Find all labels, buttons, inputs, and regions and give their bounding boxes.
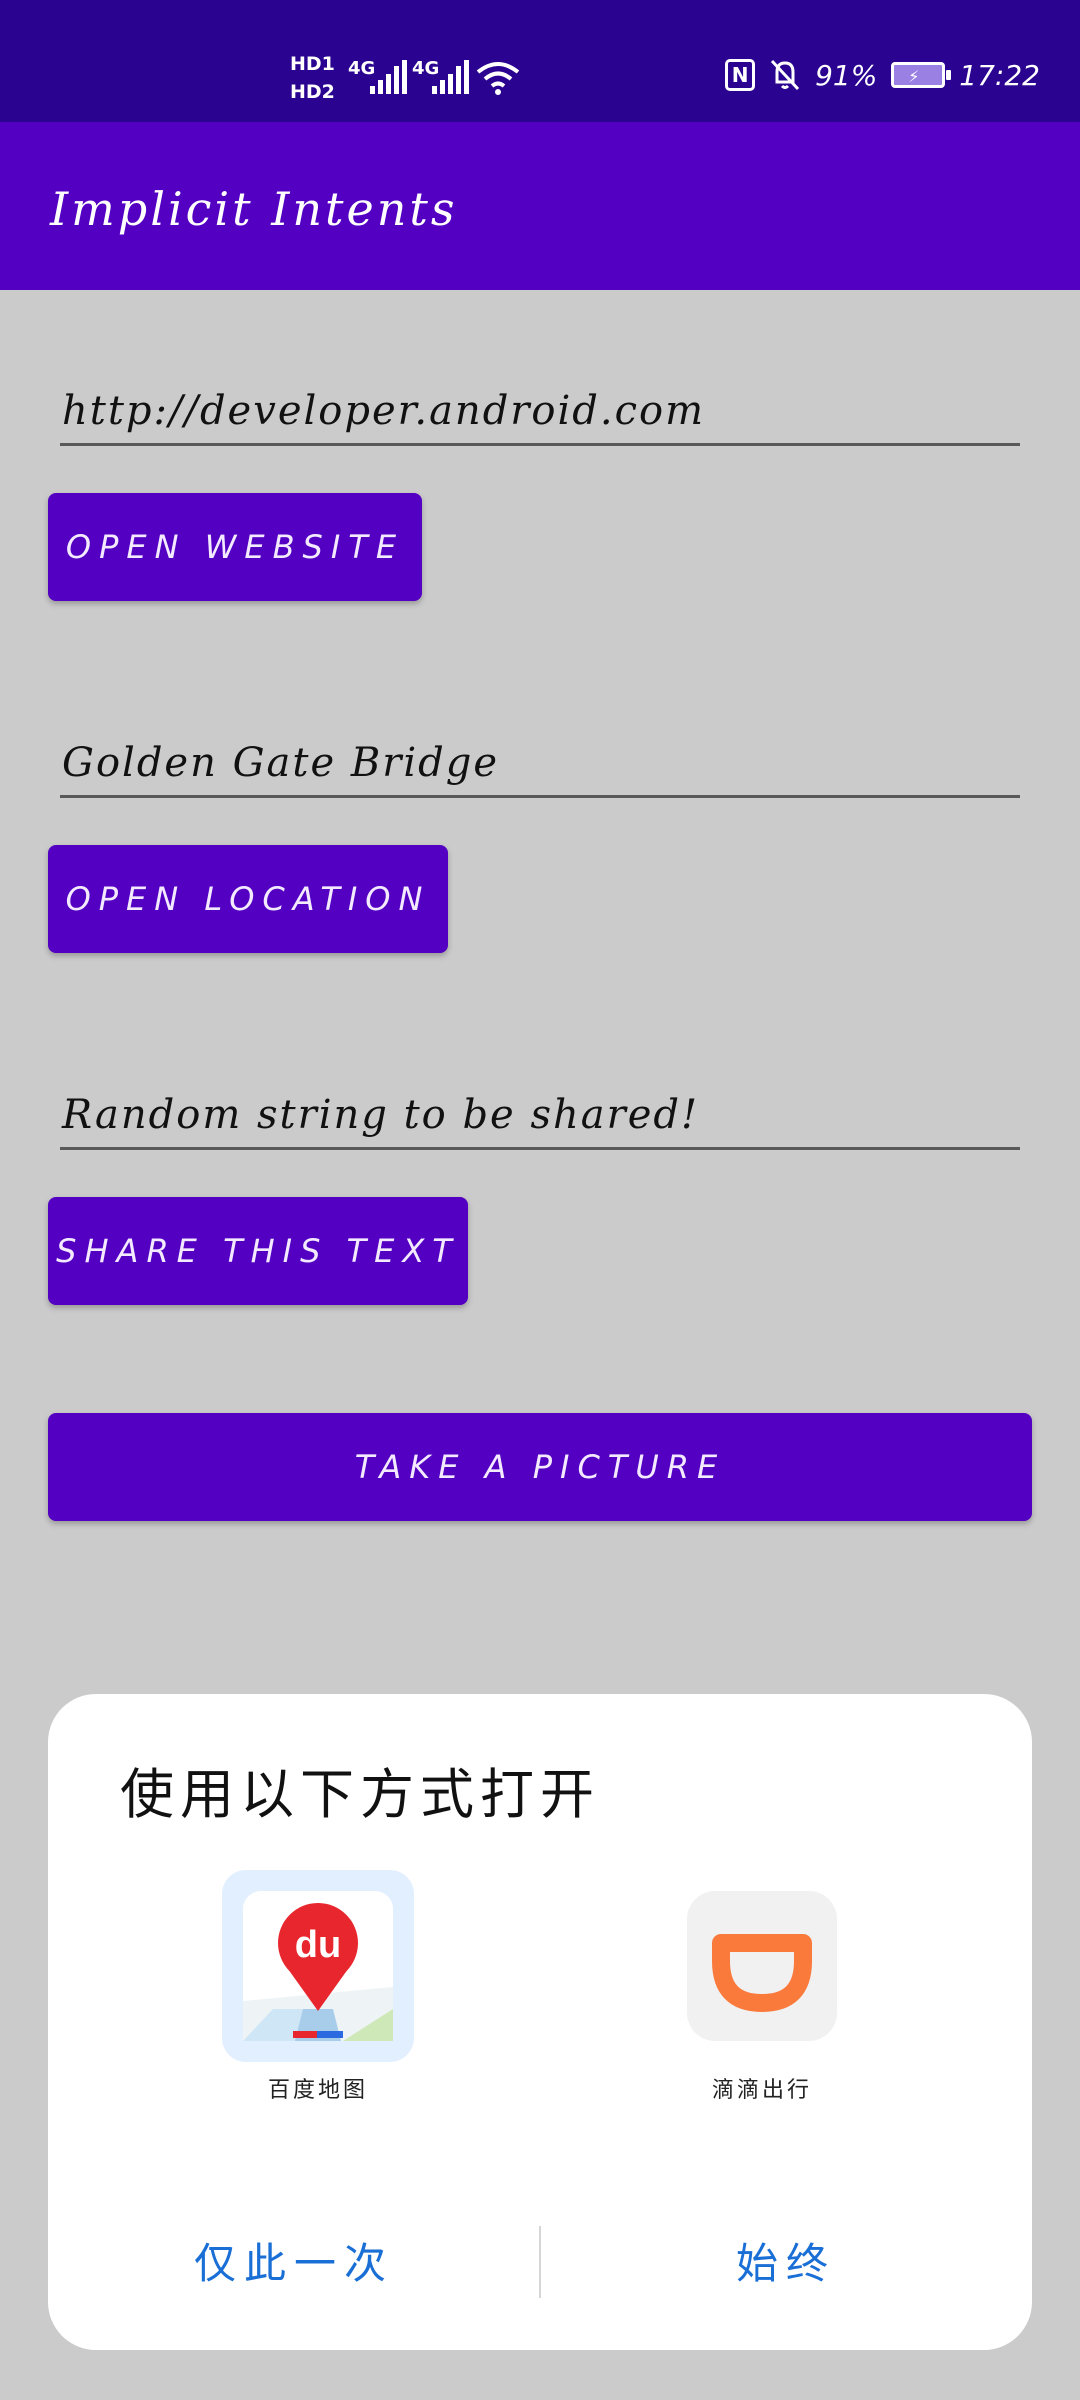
app-bar: Implicit Intents bbox=[0, 122, 1080, 290]
wifi-icon bbox=[476, 62, 520, 95]
bell-muted-icon bbox=[770, 59, 800, 91]
open-website-button[interactable]: OPEN WEBSITE bbox=[48, 493, 422, 601]
signal-bars-icon bbox=[432, 60, 469, 94]
status-right: N 91% ⚡ 17:22 bbox=[725, 58, 1040, 92]
nfc-icon: N bbox=[725, 59, 756, 91]
dialog-actions: 仅此一次 始终 bbox=[48, 2190, 1032, 2350]
website-input[interactable]: http://developer.android.com bbox=[60, 376, 1020, 446]
app-label: 滴滴出行 bbox=[711, 2078, 812, 2103]
battery-charging-icon: ⚡ bbox=[891, 62, 952, 88]
baidu-maps-icon: du bbox=[222, 1870, 414, 2062]
app-chooser-dialog: 使用以下方式打开 du 百度地图 滴滴出行 仅此一次 始终 bbox=[48, 1694, 1032, 2350]
clock: 17:22 bbox=[959, 58, 1040, 92]
share-text-input[interactable]: Random string to be shared! bbox=[60, 1080, 1020, 1150]
always-button[interactable]: 始终 bbox=[540, 2230, 1032, 2291]
app-option-didi[interactable]: 滴滴出行 bbox=[662, 1870, 862, 2104]
app-option-baidu-maps[interactable]: du 百度地图 bbox=[218, 1870, 418, 2104]
just-once-button[interactable]: 仅此一次 bbox=[48, 2230, 540, 2291]
dialog-title: 使用以下方式打开 bbox=[120, 1763, 600, 1826]
share-text-button[interactable]: SHARE THIS TEXT bbox=[48, 1197, 468, 1305]
location-input[interactable]: Golden Gate Bridge bbox=[60, 728, 1020, 798]
hd2-label: HD2 bbox=[290, 81, 335, 103]
hd-indicator: HD1 HD2 bbox=[290, 50, 335, 106]
battery-percent: 91% bbox=[815, 58, 878, 92]
baidu-icon-text: du bbox=[295, 1924, 341, 1966]
app-title: Implicit Intents bbox=[50, 182, 458, 236]
hd1-label: HD1 bbox=[290, 53, 335, 75]
status-bar: HD1 HD2 4G 4G N 91% ⚡ 17:22 bbox=[0, 0, 1080, 122]
app-label: 百度地图 bbox=[267, 2078, 368, 2103]
didi-icon bbox=[666, 1870, 858, 2062]
open-location-button[interactable]: OPEN LOCATION bbox=[48, 845, 448, 953]
signal-bars-icon bbox=[370, 60, 407, 94]
take-picture-button[interactable]: TAKE A PICTURE bbox=[48, 1413, 1032, 1521]
